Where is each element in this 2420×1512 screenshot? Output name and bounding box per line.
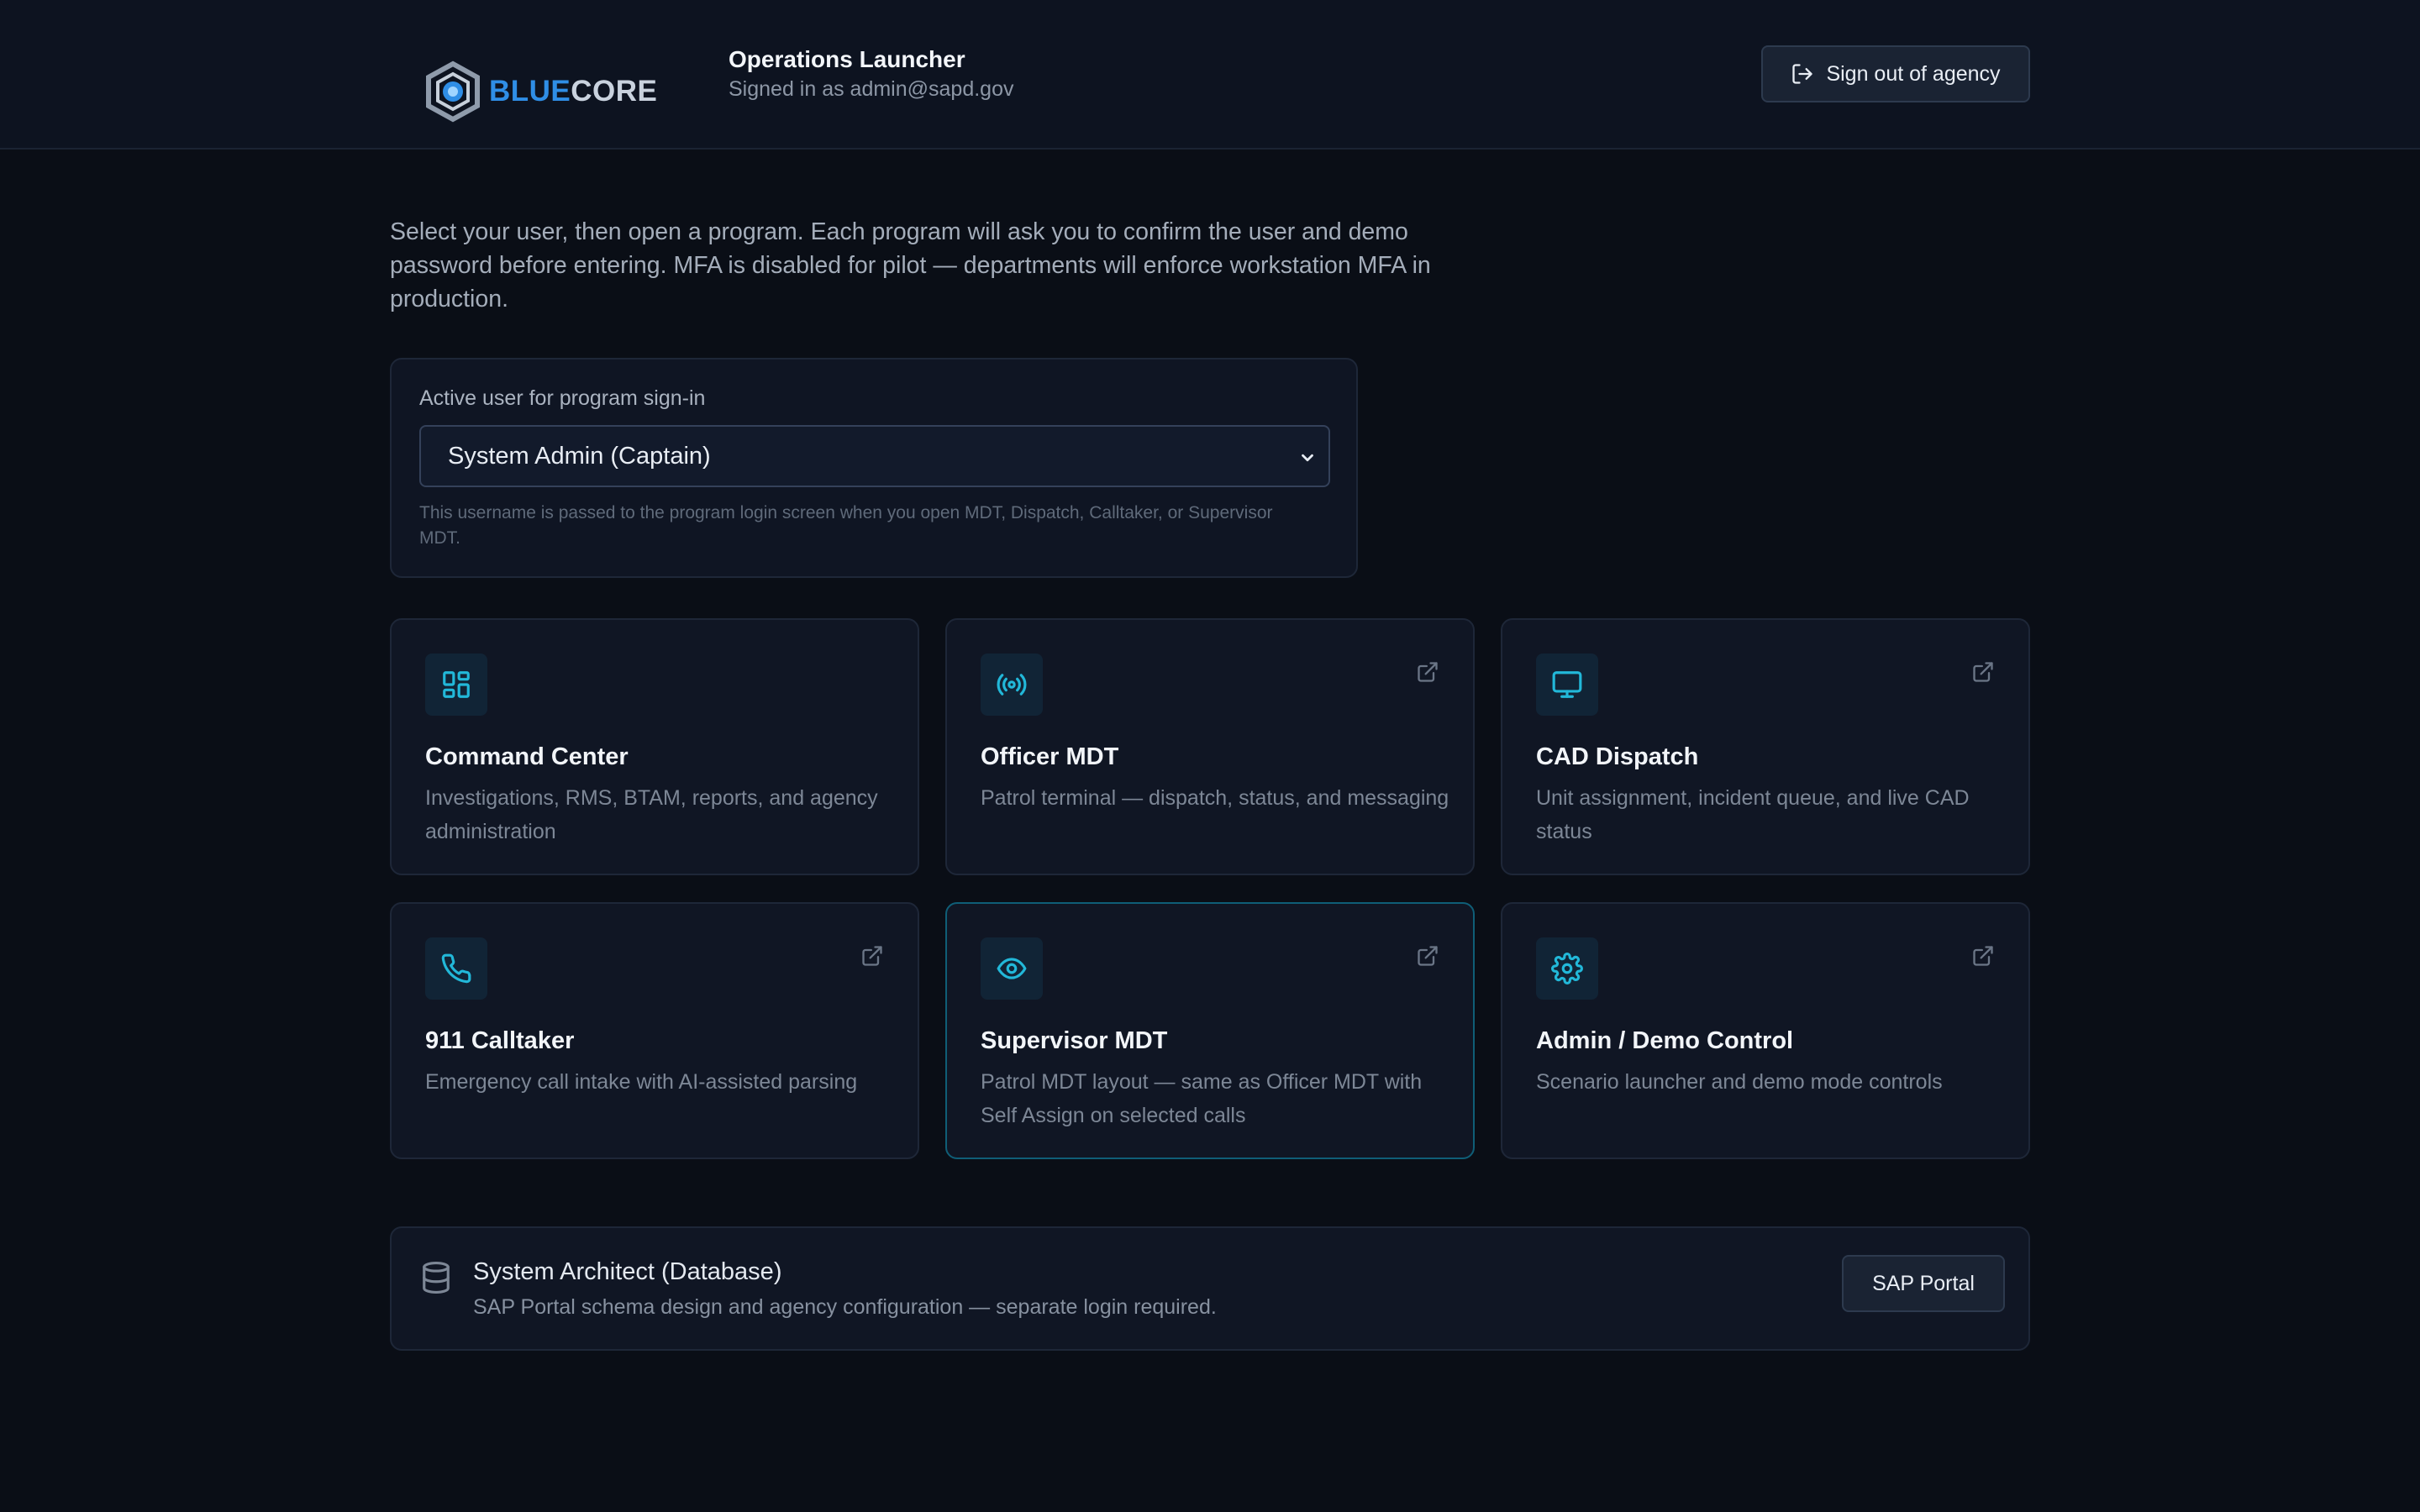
program-icon-box xyxy=(981,937,1043,1000)
logout-icon xyxy=(1792,64,1813,84)
program-title: Admin / Demo Control xyxy=(1536,1027,1794,1054)
logo-wordmark: BLUECORE xyxy=(489,75,657,108)
intro-text: Select your user, then open a program. E… xyxy=(390,218,1431,312)
bluecore-logo-icon xyxy=(426,60,480,123)
bluecore-logo: BLUECORE xyxy=(422,60,657,123)
program-description: Patrol terminal — dispatch, status, and … xyxy=(981,786,1449,810)
program-description: Patrol MDT layout — same as Officer MDT … xyxy=(981,1070,1423,1127)
program-icon-box xyxy=(425,654,487,716)
radio-icon xyxy=(997,674,1027,696)
eye-icon xyxy=(997,958,1027,979)
user-select-hint: This username is passed to the program l… xyxy=(419,503,1273,548)
external-link-icon[interactable] xyxy=(1971,660,1995,684)
chevron-down-icon xyxy=(1302,454,1313,462)
program-title: CAD Dispatch xyxy=(1536,743,1699,770)
program-description: Emergency call intake with AI-assisted p… xyxy=(425,1070,858,1094)
program-card-cad-dispatch[interactable]: CAD Dispatch Unit assignment, incident q… xyxy=(1501,618,2030,875)
program-card-officer-mdt[interactable]: Officer MDT Patrol terminal — dispatch, … xyxy=(945,618,1475,875)
logo-wordmark-blue: BLUE xyxy=(489,75,571,108)
external-link-icon[interactable] xyxy=(860,944,884,968)
user-select-label: Active user for program sign-in xyxy=(419,386,706,410)
logo-wordmark-core: CORE xyxy=(571,75,658,108)
system-architect-description: SAP Portal schema design and agency conf… xyxy=(473,1295,1217,1319)
phone-icon xyxy=(441,953,471,984)
program-card-admin-demo-control[interactable]: Admin / Demo Control Scenario launcher a… xyxy=(1501,902,2030,1159)
program-card-command-center[interactable]: Command Center Investigations, RMS, BTAM… xyxy=(390,618,919,875)
program-description: Investigations, RMS, BTAM, reports, and … xyxy=(425,786,878,843)
page-title: Operations Launcher xyxy=(729,46,965,72)
program-icon-box xyxy=(425,937,487,1000)
program-title: Supervisor MDT xyxy=(981,1027,1168,1054)
gear-icon xyxy=(1551,953,1583,984)
external-link-icon[interactable] xyxy=(1971,944,1995,968)
signed-in-status: Signed in as admin@sapd.gov xyxy=(729,77,1014,101)
sap-portal-button[interactable]: SAP Portal xyxy=(1842,1255,2005,1312)
user-select-panel: Active user for program sign-in System A… xyxy=(390,358,1358,578)
program-title: Officer MDT xyxy=(981,743,1119,770)
system-architect-panel: System Architect (Database) SAP Portal s… xyxy=(390,1226,2030,1351)
sign-out-label: Sign out of agency xyxy=(1826,61,2001,86)
active-user-select[interactable]: System Admin (Captain) xyxy=(419,425,1330,487)
sign-out-button[interactable]: Sign out of agency xyxy=(1761,45,2030,102)
program-description: Scenario launcher and demo mode controls xyxy=(1536,1070,1943,1094)
program-title: 911 Calltaker xyxy=(425,1027,575,1054)
program-title: Command Center xyxy=(425,743,629,770)
external-link-icon[interactable] xyxy=(1416,944,1439,968)
program-description: Unit assignment, incident queue, and liv… xyxy=(1536,786,1970,843)
program-card-supervisor-mdt[interactable]: Supervisor MDT Patrol MDT layout — same … xyxy=(945,902,1475,1159)
active-user-value: System Admin (Captain) xyxy=(448,442,711,470)
system-architect-title: System Architect (Database) xyxy=(473,1258,782,1285)
external-link-icon[interactable] xyxy=(1416,660,1439,684)
program-card-911-calltaker[interactable]: 911 Calltaker Emergency call intake with… xyxy=(390,902,919,1159)
database-icon xyxy=(423,1262,450,1294)
program-icon-box xyxy=(1536,937,1598,1000)
program-icon-box xyxy=(1536,654,1598,716)
monitor-icon xyxy=(1552,671,1582,698)
app-header: BLUECORE Operations Launcher Signed in a… xyxy=(0,0,2420,150)
program-icon-box xyxy=(981,654,1043,716)
grid-icon xyxy=(443,671,470,698)
